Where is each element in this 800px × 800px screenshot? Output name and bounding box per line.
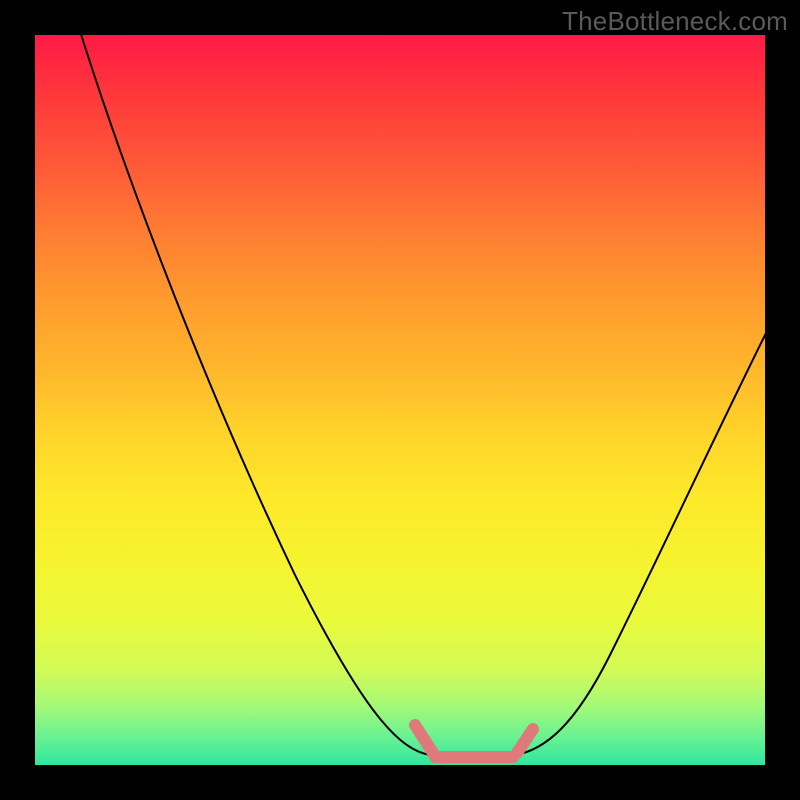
watermark-source: TheBottleneck.com — [562, 6, 788, 37]
curve-path — [75, 15, 775, 755]
accent-segment-left — [415, 725, 433, 753]
plot-area — [35, 35, 765, 765]
curve-svg — [35, 35, 765, 765]
chart-frame: TheBottleneck.com — [0, 0, 800, 800]
